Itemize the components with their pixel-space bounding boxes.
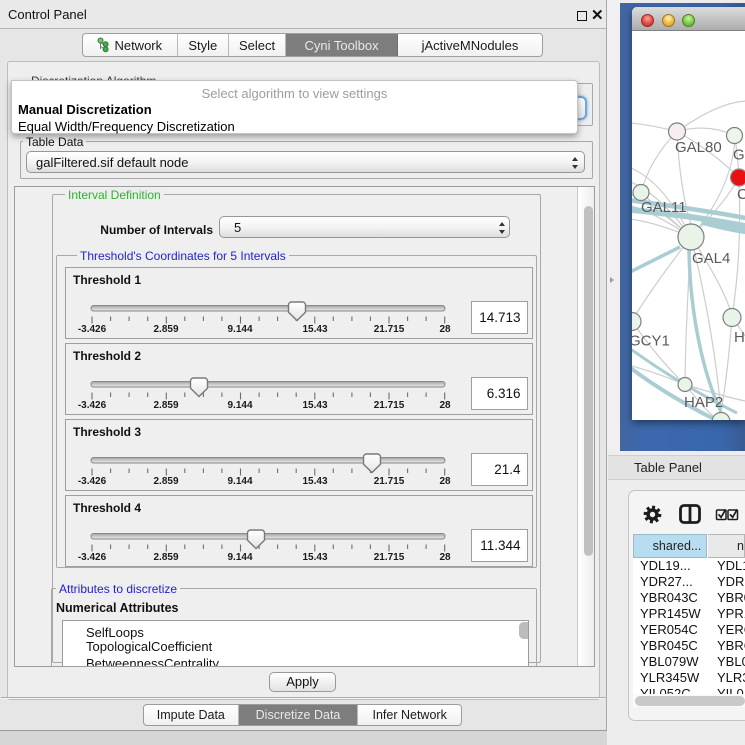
svg-text:GAL4: GAL4 <box>692 250 730 267</box>
svg-text:GCY1: GCY1 <box>632 332 670 349</box>
svg-text:G.: G. <box>733 146 745 163</box>
svg-text:GAL80: GAL80 <box>675 139 722 156</box>
svg-text:H: H <box>734 329 745 346</box>
svg-text:GAL11: GAL11 <box>641 199 687 216</box>
svg-text:HAP2: HAP2 <box>684 394 723 411</box>
svg-text:C: C <box>737 186 745 203</box>
